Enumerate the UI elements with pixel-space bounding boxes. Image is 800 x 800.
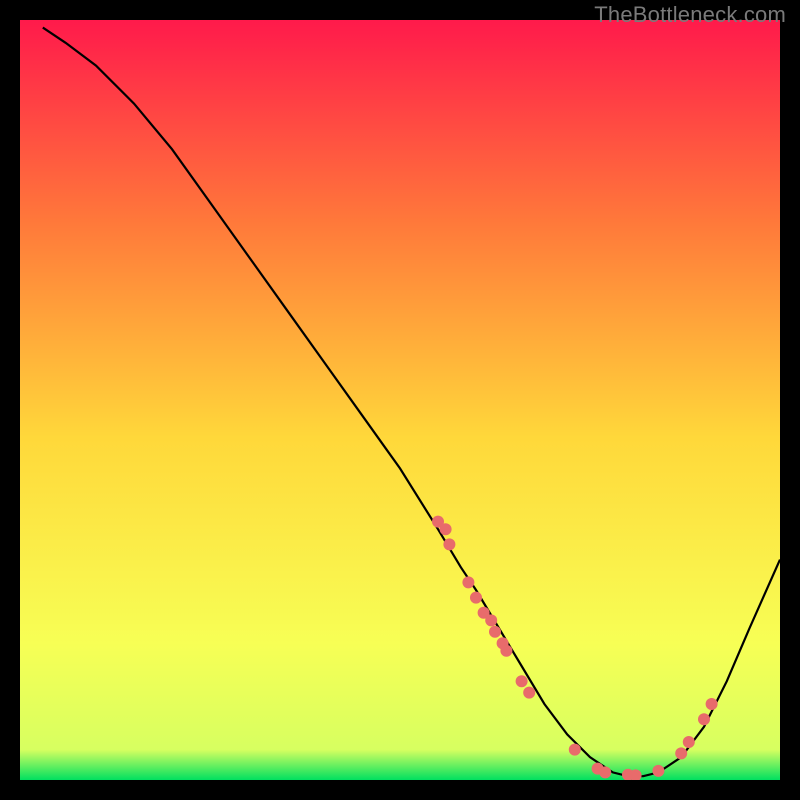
data-dot	[462, 576, 474, 588]
plot-area	[20, 20, 780, 780]
data-dot	[489, 626, 501, 638]
data-dot	[470, 592, 482, 604]
chart-svg	[20, 20, 780, 780]
data-dot	[706, 698, 718, 710]
data-dot	[675, 747, 687, 759]
chart-container: TheBottleneck.com	[0, 0, 800, 800]
data-dot	[440, 523, 452, 535]
data-dot	[500, 645, 512, 657]
watermark-text: TheBottleneck.com	[594, 2, 786, 28]
data-dot	[443, 538, 455, 550]
data-dot	[485, 614, 497, 626]
data-dot	[599, 766, 611, 778]
data-dot	[569, 744, 581, 756]
data-dot	[683, 736, 695, 748]
data-dot	[523, 687, 535, 699]
data-dot	[516, 675, 528, 687]
gradient-background	[20, 20, 780, 780]
data-dot	[652, 765, 664, 777]
data-dot	[698, 713, 710, 725]
